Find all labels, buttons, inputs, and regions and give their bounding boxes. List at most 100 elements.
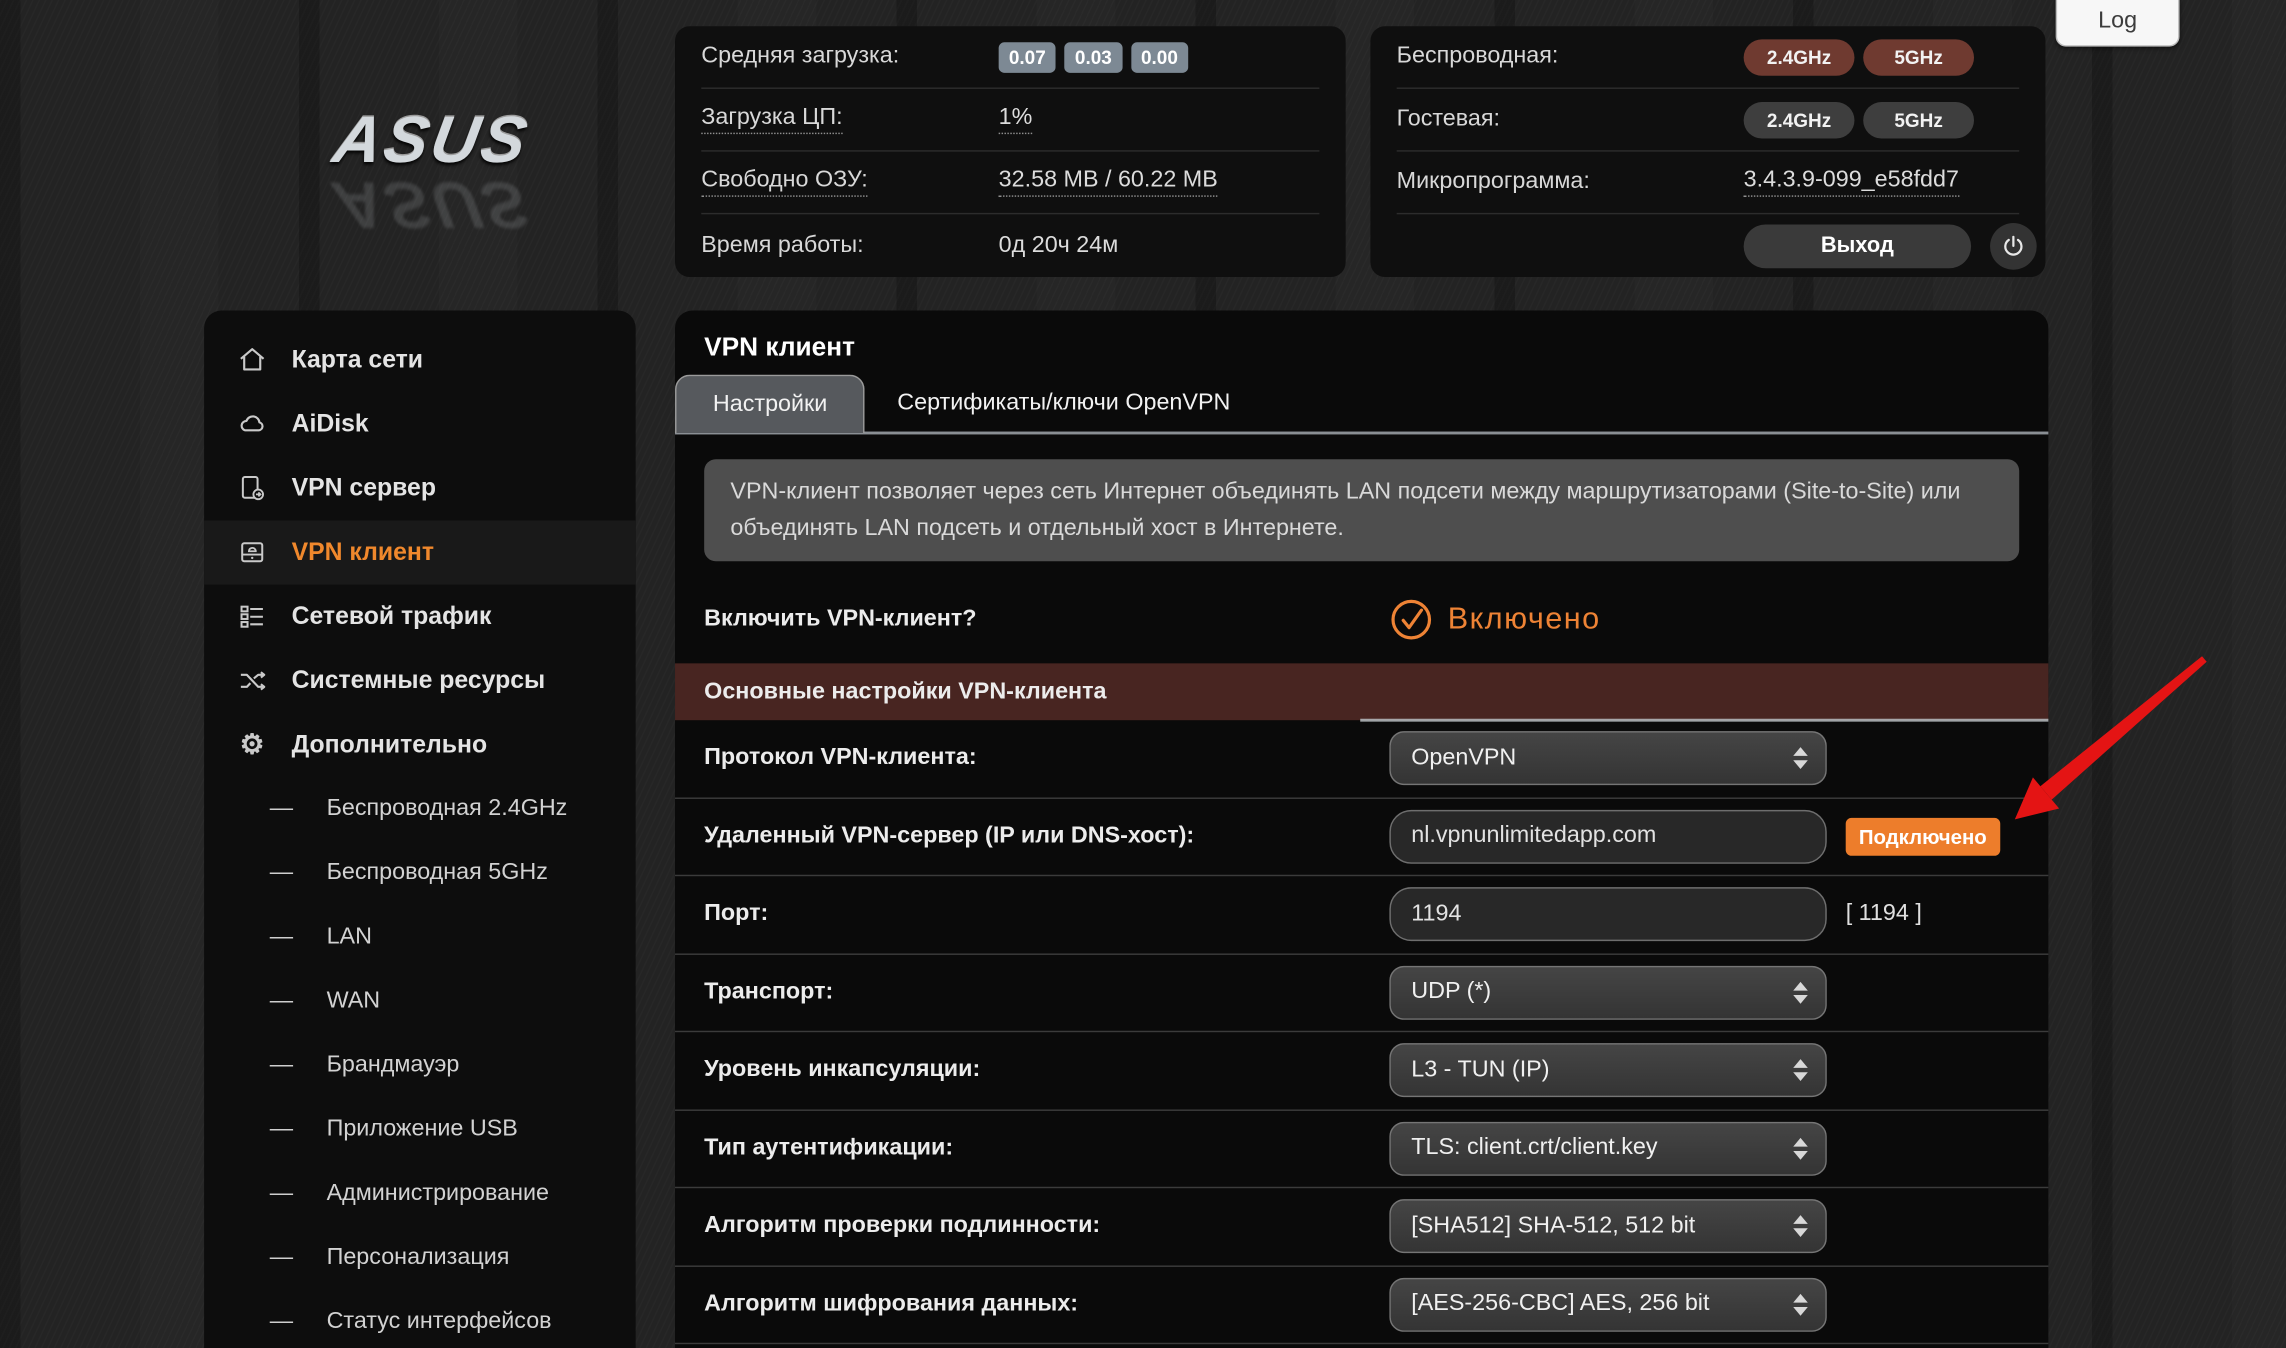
- sidebar-subitem-wireless-5[interactable]: —Беспроводная 5GHz: [204, 841, 636, 905]
- connected-status-badge: Подключено: [1846, 818, 2000, 856]
- encapsulation-select[interactable]: L3 - TUN (IP): [1389, 1043, 1826, 1097]
- sidebar-item-network-traffic[interactable]: Сетевой трафик: [204, 585, 636, 649]
- dash-icon: —: [270, 1245, 292, 1271]
- logout-button[interactable]: Выход: [1744, 224, 1971, 268]
- hash-algorithm-select[interactable]: [SHA512] SHA-512, 512 bit: [1389, 1199, 1826, 1253]
- cipher-algorithm-row: Алгоритм шифрования данных: [AES-256-CBC…: [675, 1266, 2048, 1344]
- home-icon: [236, 344, 268, 376]
- cloud-icon: [236, 408, 268, 440]
- hash-algorithm-row: Алгоритм проверки подлинности: [SHA512] …: [675, 1188, 2048, 1266]
- sidebar-nav: Карта сети AiDisk VPN сервер VPN клиент …: [204, 311, 636, 1348]
- sidebar-subitem-firewall[interactable]: —Брандмауэр: [204, 1034, 636, 1098]
- guest-5ghz-toggle[interactable]: 5GHz: [1863, 101, 1974, 137]
- wireless-5ghz-toggle[interactable]: 5GHz: [1863, 39, 1974, 75]
- dash-icon: —: [270, 796, 292, 822]
- page-background: Log ASUS ASUS Средняя загрузка: 0.07 0.0…: [0, 0, 2286, 1348]
- firmware-version-link[interactable]: 3.4.3.9-099_e58fdd7: [1744, 168, 1959, 197]
- dash-icon: —: [270, 860, 292, 886]
- dash-icon: —: [270, 1309, 292, 1335]
- traffic-list-icon: [236, 601, 268, 633]
- asus-logo-reflection: ASUS: [279, 166, 584, 242]
- protocol-select[interactable]: OpenVPN: [1389, 732, 1826, 786]
- sidebar-item-vpn-client[interactable]: VPN клиент: [204, 520, 636, 584]
- gear-icon: ⚙: [236, 729, 268, 761]
- dash-icon: —: [270, 924, 292, 950]
- power-icon: [2000, 233, 2026, 259]
- auth-type-select[interactable]: TLS: client.crt/client.key: [1389, 1121, 1826, 1175]
- vpn-client-panel: VPN клиент Настройки Сертификаты/ключи O…: [675, 311, 2048, 1348]
- sidebar-subitem-interface-status[interactable]: —Статус интерфейсов: [204, 1290, 636, 1348]
- vpn-client-description: VPN-клиент позволяет через сеть Интернет…: [704, 459, 2019, 561]
- dash-icon: —: [270, 988, 292, 1014]
- sidebar-item-aidisk[interactable]: AiDisk: [204, 392, 636, 456]
- sidebar-item-network-map[interactable]: Карта сети: [204, 328, 636, 392]
- protocol-row: Протокол VPN-клиента: OpenVPN: [675, 720, 2048, 798]
- firmware-row: Микропрограмма: 3.4.3.9-099_e58fdd7: [1397, 152, 2020, 215]
- port-default-hint: [ 1194 ]: [1846, 901, 1922, 927]
- logout-row: Выход: [1397, 214, 2020, 277]
- log-button[interactable]: Log: [2056, 0, 2180, 47]
- select-arrows-icon: [1793, 1060, 1808, 1082]
- basic-settings-section-header: Основные настройки VPN-клиента: [675, 663, 2048, 720]
- load-15min-badge: 0.00: [1131, 42, 1188, 73]
- port-input[interactable]: [1389, 888, 1826, 942]
- free-ram-label[interactable]: Свободно ОЗУ:: [701, 168, 867, 197]
- sidebar-subitem-usb-app[interactable]: —Приложение USB: [204, 1098, 636, 1162]
- load-1min-badge: 0.07: [999, 42, 1056, 73]
- firmware-label: Микропрограмма:: [1397, 169, 1590, 195]
- sidebar-subitem-personalization[interactable]: —Персонализация: [204, 1226, 636, 1290]
- wireless-label: Беспроводная:: [1397, 44, 1559, 70]
- uptime-label: Время работы:: [701, 233, 863, 259]
- sidebar-item-vpn-server[interactable]: VPN сервер: [204, 456, 636, 520]
- sidebar-subitem-lan[interactable]: —LAN: [204, 905, 636, 969]
- sidebar-item-advanced[interactable]: ⚙ Дополнительно: [204, 713, 636, 777]
- tab-settings[interactable]: Настройки: [675, 375, 865, 433]
- reboot-button[interactable]: [1990, 222, 2037, 269]
- load-average-label: Средняя загрузка:: [701, 44, 899, 70]
- log-button-label: Log: [2098, 9, 2137, 35]
- uptime-row: Время работы: 0д 20ч 24м: [701, 214, 1319, 277]
- sidebar-subitem-wan[interactable]: —WAN: [204, 970, 636, 1034]
- asus-logo: ASUS ASUS: [286, 102, 578, 242]
- guest-row: Гостевая: 2.4GHz 5GHz: [1397, 89, 2020, 152]
- enabled-status-text: Включено: [1448, 602, 1601, 637]
- dash-icon: —: [270, 1181, 292, 1207]
- wireless-row: Беспроводная: 2.4GHz 5GHz: [1397, 26, 2020, 89]
- guest-24ghz-toggle[interactable]: 2.4GHz: [1744, 101, 1855, 137]
- tab-bar: Настройки Сертификаты/ключи OpenVPN: [675, 376, 2048, 434]
- cpu-load-label[interactable]: Загрузка ЦП:: [701, 105, 842, 134]
- shuffle-icon: [236, 665, 268, 697]
- select-arrows-icon: [1793, 982, 1808, 1004]
- auth-type-row: Тип аутентификации: TLS: client.crt/clie…: [675, 1110, 2048, 1188]
- select-arrows-icon: [1793, 1138, 1808, 1160]
- sidebar-subitem-administration[interactable]: —Администрирование: [204, 1162, 636, 1226]
- free-ram-row: Свободно ОЗУ: 32.58 MB / 60.22 MB: [701, 152, 1319, 215]
- page-title: VPN клиент: [675, 311, 2048, 363]
- wireless-24ghz-toggle[interactable]: 2.4GHz: [1744, 39, 1855, 75]
- encapsulation-row: Уровень инкапсуляции: L3 - TUN (IP): [675, 1032, 2048, 1110]
- load-average-row: Средняя загрузка: 0.07 0.03 0.00: [701, 26, 1319, 89]
- free-ram-value[interactable]: 32.58 MB / 60.22 MB: [999, 168, 1218, 197]
- vpn-client-icon: [236, 537, 268, 569]
- cpu-load-row: Загрузка ЦП: 1%: [701, 89, 1319, 152]
- sidebar-item-system-resources[interactable]: Системные ресурсы: [204, 649, 636, 713]
- transport-select[interactable]: UDP (*): [1389, 965, 1826, 1019]
- cpu-load-value[interactable]: 1%: [999, 105, 1033, 134]
- sidebar-subitem-wireless-24[interactable]: —Беспроводная 2.4GHz: [204, 777, 636, 841]
- enable-vpn-label: Включить VPN-клиент?: [675, 606, 977, 632]
- load-5min-badge: 0.03: [1065, 42, 1122, 73]
- remote-server-input[interactable]: [1389, 810, 1826, 864]
- system-status-panel: Средняя загрузка: 0.07 0.03 0.00 Загрузк…: [675, 26, 1346, 277]
- select-arrows-icon: [1793, 1294, 1808, 1316]
- cipher-algorithm-select[interactable]: [AES-256-CBC] AES, 256 bit: [1389, 1277, 1826, 1331]
- select-arrows-icon: [1793, 748, 1808, 770]
- uptime-value: 0д 20ч 24м: [999, 233, 1119, 259]
- vpn-server-icon: [236, 472, 268, 504]
- select-arrows-icon: [1793, 1216, 1808, 1238]
- dash-icon: —: [270, 1053, 292, 1079]
- enabled-check-icon[interactable]: [1389, 598, 1433, 642]
- tab-certificates[interactable]: Сертификаты/ключи OpenVPN: [897, 391, 1230, 432]
- remote-server-row: Удаленный VPN-сервер (IP или DNS-хост): …: [675, 798, 2048, 876]
- transport-row: Транспорт: UDP (*): [675, 954, 2048, 1032]
- guest-label: Гостевая:: [1397, 106, 1500, 132]
